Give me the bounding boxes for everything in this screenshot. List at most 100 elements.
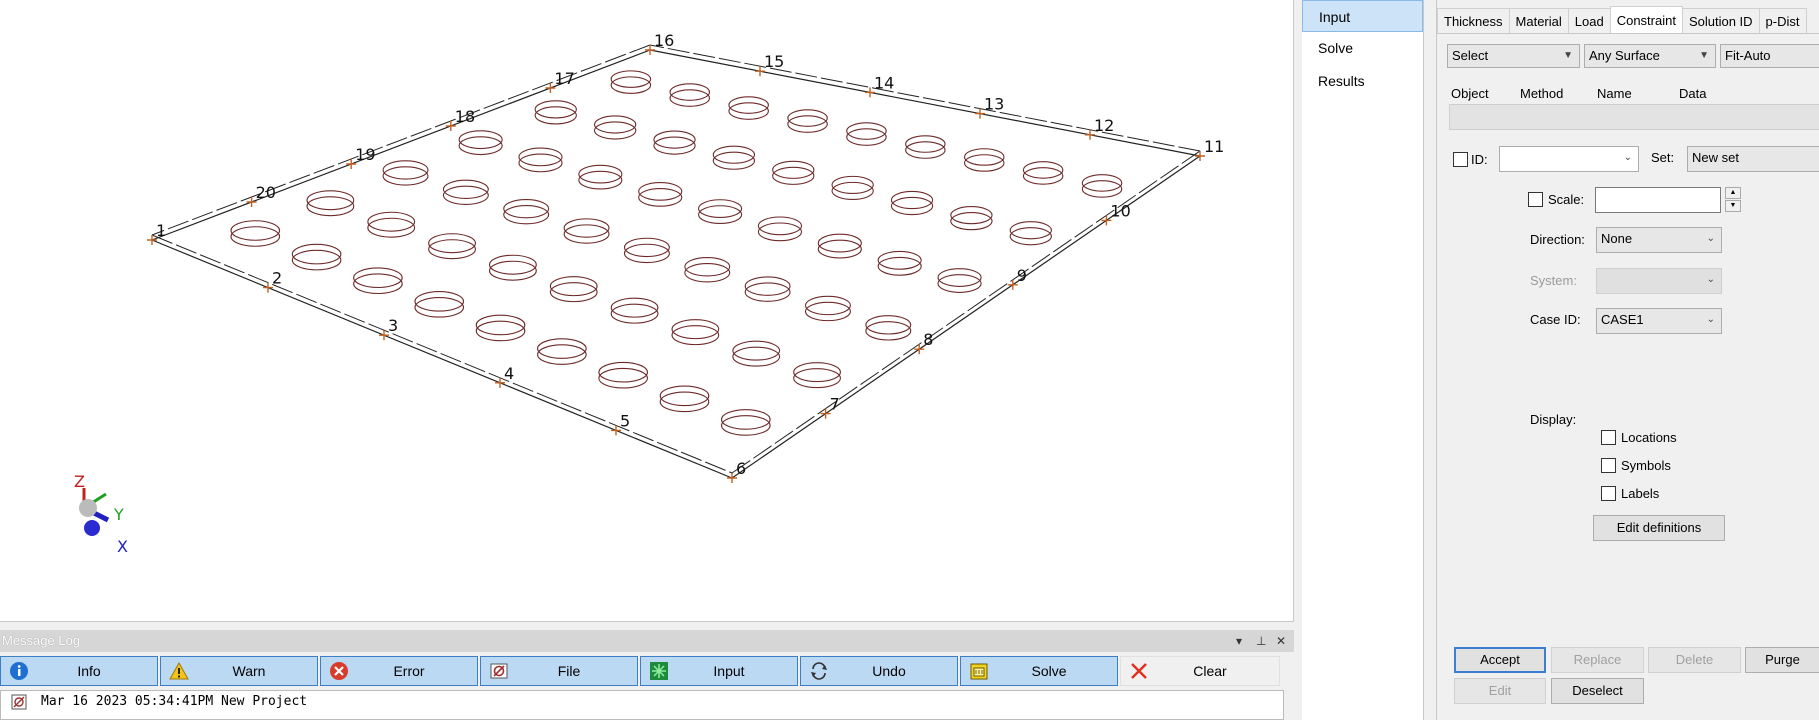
purge-button[interactable]: Purge <box>1745 647 1819 673</box>
plate-edge-offset <box>151 234 733 474</box>
app-window: 1 2 3 4 5 6 7 8 9 10 11 12 13 14 15 16 17 18 19 20 Z Y X Me… <box>0 0 1819 720</box>
select-mode-dropdown[interactable]: Select ▼ <box>1447 44 1580 68</box>
chevron-down-icon: ▼ <box>1563 50 1573 61</box>
error-button[interactable]: Error <box>320 656 478 686</box>
labels-checkbox[interactable] <box>1601 486 1616 501</box>
symbols-checkbox[interactable] <box>1601 458 1616 473</box>
hole-circle <box>659 391 710 413</box>
error-icon <box>330 662 348 680</box>
scale-decrement-button[interactable]: ▼ <box>1725 200 1741 212</box>
tab-p-dist[interactable]: p-Dist <box>1758 8 1807 33</box>
set-dropdown[interactable]: New set <box>1687 146 1819 172</box>
properties-panel: Thickness Material Load Constraint Solut… <box>1436 0 1819 720</box>
tab-thickness[interactable]: Thickness <box>1437 8 1510 33</box>
hole-circle <box>671 319 720 340</box>
file-icon <box>11 694 27 710</box>
hole-circle <box>428 239 476 260</box>
tab-constraint[interactable]: Constraint <box>1609 6 1683 33</box>
undo-button[interactable]: Undo <box>800 656 958 686</box>
message-log-list[interactable]: Mar 16 2023 05:34:41PM New Project <box>0 690 1284 720</box>
solve-button[interactable]: Solve <box>960 656 1118 686</box>
message-log-title: Message Log ▾ ⊥ ✕ <box>0 630 1294 652</box>
tab-load[interactable]: Load <box>1567 8 1611 33</box>
hole-circle <box>414 291 465 312</box>
node-label: 9 <box>1017 266 1027 285</box>
file-button[interactable]: File <box>480 656 638 686</box>
solve-icon <box>970 663 988 680</box>
scale-checkbox[interactable] <box>1528 192 1543 207</box>
info-icon <box>10 662 28 680</box>
set-label: Set: <box>1651 150 1675 165</box>
property-tabs: Thickness Material Load Constraint Solut… <box>1437 6 1819 34</box>
y-axis-label: Y <box>113 505 124 524</box>
hole-circle <box>549 282 598 303</box>
pin-icon[interactable]: ⊥ <box>1256 630 1266 652</box>
system-dropdown[interactable]: ⌄ <box>1596 268 1722 294</box>
node-label: 5 <box>620 411 630 430</box>
input-button[interactable]: Input <box>640 656 798 686</box>
column-header-object: Object <box>1451 86 1489 101</box>
node-label: 1 <box>156 221 166 240</box>
hole-circle <box>414 297 465 318</box>
warn-button[interactable]: Warn <box>160 656 318 686</box>
constraint-table-row[interactable] <box>1449 104 1819 130</box>
node-label: 17 <box>554 69 574 88</box>
model-viewport[interactable]: 1 2 3 4 5 6 7 8 9 10 11 12 13 14 15 16 17 18 19 20 Z Y X <box>0 0 1294 622</box>
hole-circle <box>537 338 587 359</box>
accept-button[interactable]: Accept <box>1454 647 1546 673</box>
chevron-down-icon: ▼ <box>1699 50 1709 61</box>
case-id-dropdown[interactable]: CASE1 ⌄ <box>1596 308 1722 334</box>
edit-definitions-button[interactable]: Edit definitions <box>1593 515 1725 541</box>
direction-dropdown[interactable]: None ⌄ <box>1596 227 1722 253</box>
hole-circle <box>610 303 659 324</box>
scale-label: Scale: <box>1548 192 1585 207</box>
plate-edge <box>151 49 651 241</box>
close-icon[interactable]: ✕ <box>1276 630 1286 652</box>
hole-circle <box>230 220 281 241</box>
column-header-method: Method <box>1520 86 1564 101</box>
scale-increment-button[interactable]: ▲ <box>1725 187 1741 199</box>
node-label: 4 <box>504 364 514 383</box>
tab-solution-id[interactable]: Solution ID <box>1681 8 1760 33</box>
deselect-button[interactable]: Deselect <box>1551 678 1644 704</box>
hole-circle <box>659 385 710 407</box>
hole-circle <box>720 409 771 430</box>
direction-value: None <box>1601 231 1633 246</box>
case-id-value: CASE1 <box>1601 312 1644 327</box>
node-label: 7 <box>830 395 840 414</box>
message-log-title-text: Message Log <box>2 633 81 648</box>
scale-input[interactable] <box>1595 187 1721 213</box>
surface-filter-dropdown[interactable]: Any Surface ▼ <box>1584 44 1716 68</box>
replace-button[interactable]: Replace <box>1551 647 1644 673</box>
hole-circle <box>720 415 771 436</box>
plate-edge-offset <box>151 44 651 236</box>
id-dropdown[interactable]: ⌄ <box>1499 146 1639 172</box>
hole-circle <box>475 320 526 342</box>
info-button[interactable]: Info <box>0 656 158 686</box>
hole-circle <box>353 273 403 295</box>
tab-material[interactable]: Material <box>1508 8 1569 33</box>
hole-circle <box>488 254 537 275</box>
edit-button[interactable]: Edit <box>1454 678 1546 704</box>
locations-checkbox[interactable] <box>1601 430 1616 445</box>
node-label: 20 <box>256 183 276 202</box>
symbols-label: Symbols <box>1621 458 1671 473</box>
nav-item-results[interactable]: Results <box>1302 65 1423 98</box>
clear-button[interactable]: Clear <box>1120 656 1280 686</box>
plate-model[interactable]: 1234567891011121314151617181920 Z Y X <box>0 0 1294 622</box>
x-axis-label: X <box>117 537 128 556</box>
fit-mode-dropdown[interactable]: Fit-Auto <box>1720 44 1819 68</box>
id-checkbox[interactable] <box>1453 152 1468 167</box>
delete-button[interactable]: Delete <box>1648 647 1741 673</box>
display-label: Display: <box>1530 412 1577 427</box>
nav-item-solve[interactable]: Solve <box>1302 32 1423 65</box>
node-label: 6 <box>736 459 746 478</box>
node-label: 8 <box>923 330 933 349</box>
hole-circle <box>291 243 342 265</box>
hole-circle <box>793 368 841 389</box>
nav-item-input[interactable]: Input <box>1302 0 1423 32</box>
hole-circle <box>598 367 648 389</box>
hole-circle <box>230 226 281 247</box>
dropdown-icon[interactable]: ▾ <box>1236 630 1242 652</box>
case-id-label: Case ID: <box>1530 312 1581 327</box>
